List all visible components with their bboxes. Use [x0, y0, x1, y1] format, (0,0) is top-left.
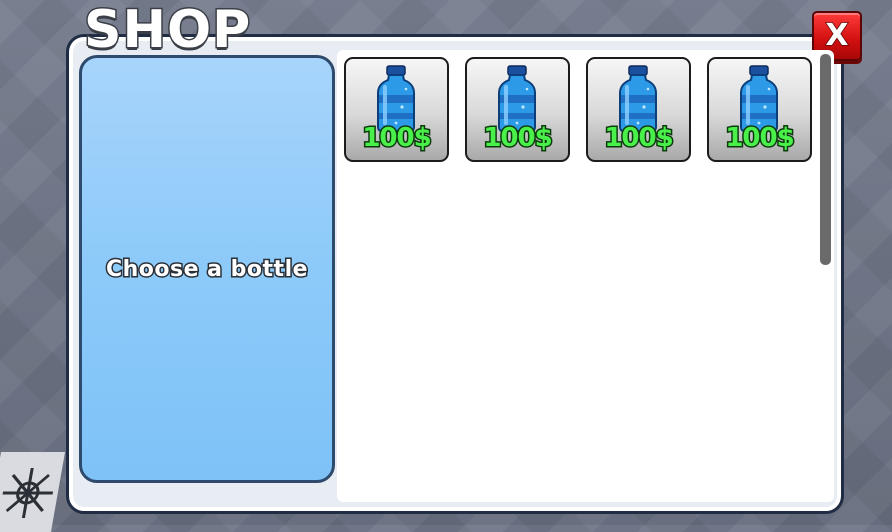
item-grid-scrollbar[interactable] [820, 54, 831, 265]
choose-bottle-prompt: Choose a bottle [104, 255, 309, 283]
shop-item-bottle[interactable]: 100$ [344, 57, 449, 162]
shop-item-bottle[interactable]: 100$ [707, 57, 812, 162]
close-icon: X [825, 18, 850, 53]
shop-item-bottle[interactable]: 100$ [586, 57, 691, 162]
shop-title: SHOP [82, 0, 252, 60]
item-info-panel: Choose a bottle [79, 55, 335, 483]
item-price: 100$ [482, 123, 554, 153]
item-price: 100$ [361, 123, 433, 153]
item-price: 100$ [603, 123, 675, 153]
item-price: 100$ [724, 123, 796, 153]
shop-item-bottle[interactable]: 100$ [465, 57, 570, 162]
